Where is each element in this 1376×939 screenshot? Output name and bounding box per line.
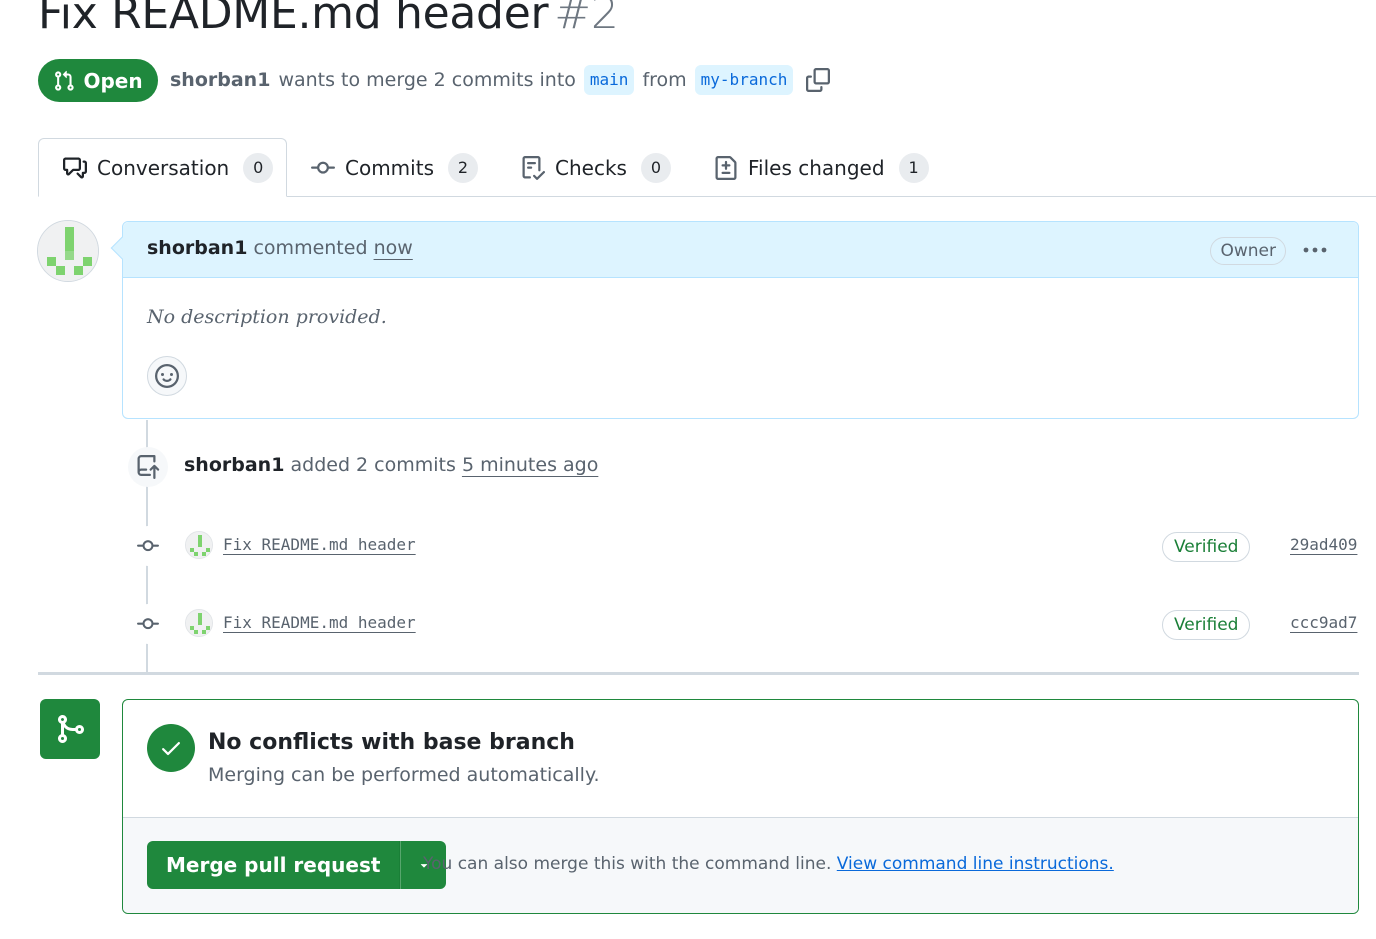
- merge-box: No conflicts with base branch Merging ca…: [122, 699, 1359, 914]
- merge-check-badge: [147, 724, 195, 772]
- timeline-separator: [38, 672, 1359, 675]
- merge-status-badge: [40, 699, 100, 759]
- commit-author-avatar[interactable]: [185, 531, 213, 559]
- commit-message-link[interactable]: Fix README.md header: [223, 613, 416, 632]
- git-commit-icon: [137, 618, 159, 630]
- git-commit-icon: [137, 540, 159, 552]
- identicon-image: [38, 221, 98, 281]
- tab-conversation[interactable]: Conversation 0: [38, 138, 287, 197]
- from-text: from: [642, 69, 687, 91]
- pr-meta-line: shorban1 wants to merge 2 commits into m…: [170, 64, 831, 96]
- pr-state-badge: Open: [38, 59, 158, 102]
- pr-number: #2: [554, 0, 619, 39]
- pr-title-text: Fix README.md header: [38, 0, 549, 39]
- repo-push-icon: [137, 455, 160, 479]
- tab-commits-count: 2: [447, 152, 478, 183]
- commit-node: [128, 604, 168, 644]
- tab-files-changed-count: 1: [898, 152, 929, 183]
- copy-icon: [806, 68, 831, 92]
- merge-description: wants to merge 2 commits into: [278, 69, 576, 91]
- commit-message-link[interactable]: Fix README.md header: [223, 535, 416, 554]
- commit-sha-link[interactable]: 29ad409: [1290, 535, 1357, 554]
- verified-badge[interactable]: Verified: [1162, 532, 1251, 562]
- pr-title: Fix README.md header #2: [38, 0, 619, 39]
- add-reaction-button[interactable]: [147, 356, 187, 396]
- tab-conversation-label: Conversation: [97, 155, 230, 180]
- push-author-link[interactable]: shorban1: [184, 454, 284, 476]
- commit-node: [128, 526, 168, 566]
- timeline-push-event: shorban1 added 2 commits 5 minutes ago: [184, 454, 598, 476]
- pr-description-comment: shorban1 commented now Owner No descript…: [110, 221, 1359, 419]
- comment-body: No description provided.: [147, 306, 387, 328]
- pr-state-label: Open: [83, 68, 143, 93]
- kebab-horizontal-icon: [1303, 247, 1327, 253]
- tab-files-changed[interactable]: Files changed 1: [714, 138, 929, 197]
- tab-commits[interactable]: Commits 2: [311, 138, 478, 197]
- tab-commits-label: Commits: [345, 155, 434, 180]
- author-avatar[interactable]: [37, 220, 99, 282]
- merge-status-title: No conflicts with base branch: [208, 730, 575, 755]
- comment-discussion-icon: [63, 157, 87, 178]
- check-icon: [162, 742, 180, 756]
- commit-sha-link[interactable]: ccc9ad7: [1290, 613, 1357, 632]
- smiley-icon: [155, 364, 179, 388]
- comment-time-link[interactable]: now: [374, 237, 413, 259]
- git-commit-icon: [311, 161, 335, 174]
- comment-author-line: shorban1 commented now: [147, 237, 413, 259]
- git-merge-icon: [58, 715, 85, 743]
- identicon-image: [186, 610, 212, 636]
- pr-author-link[interactable]: shorban1: [170, 69, 270, 91]
- head-branch-label[interactable]: my-branch: [694, 65, 794, 95]
- verified-badge[interactable]: Verified: [1162, 610, 1251, 640]
- comment-options-button[interactable]: [1300, 236, 1330, 264]
- tab-checks-label: Checks: [555, 155, 627, 180]
- commit-author-avatar[interactable]: [185, 609, 213, 637]
- checklist-icon: [522, 155, 545, 180]
- command-line-instructions-link[interactable]: View command line instructions.: [837, 854, 1114, 874]
- file-diff-icon: [715, 155, 737, 180]
- merge-button-group: Merge pull request: [147, 841, 447, 889]
- copy-branch-button[interactable]: [805, 66, 831, 94]
- timeline-push-badge: [128, 447, 168, 487]
- owner-badge: Owner: [1210, 237, 1286, 265]
- push-description: added 2 commits: [290, 454, 456, 476]
- tab-files-changed-label: Files changed: [748, 155, 885, 180]
- tab-checks-count: 0: [640, 152, 671, 183]
- identicon-image: [186, 532, 212, 558]
- merge-pull-request-button[interactable]: Merge pull request: [147, 841, 401, 889]
- tab-conversation-count: 0: [243, 152, 274, 183]
- base-branch-label[interactable]: main: [583, 65, 635, 95]
- comment-action: commented: [253, 237, 368, 259]
- merge-status-subtitle: Merging can be performed automatically.: [208, 764, 600, 786]
- comment-author-link[interactable]: shorban1: [147, 237, 247, 259]
- push-time-link[interactable]: 5 minutes ago: [462, 454, 598, 476]
- merge-cli-hint: You can also merge this with the command…: [423, 854, 1114, 874]
- merge-cli-hint-text: You can also merge this with the command…: [423, 854, 832, 874]
- git-pull-request-icon: [55, 70, 75, 91]
- tab-checks[interactable]: Checks 0: [521, 138, 671, 197]
